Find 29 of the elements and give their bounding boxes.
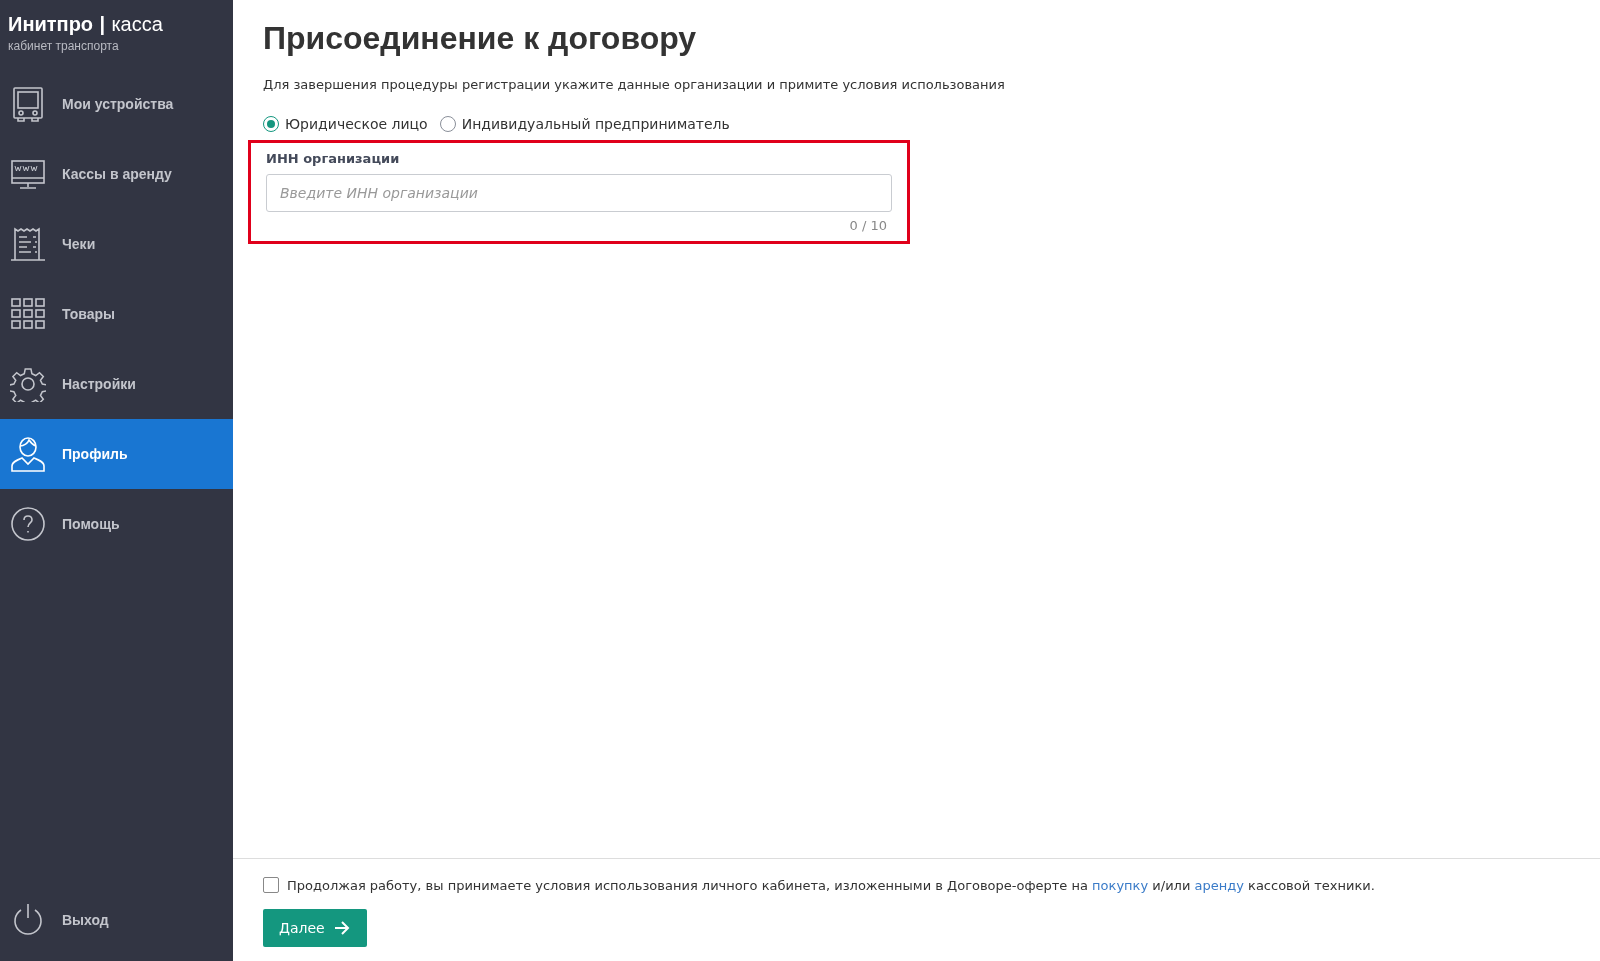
nav-item[interactable]: Чеки: [0, 209, 233, 279]
nav-item[interactable]: Помощь: [0, 489, 233, 559]
field-label: ИНН организации: [266, 151, 401, 166]
person-icon: [10, 436, 46, 472]
brand-subtitle: кабинет транспорта: [7, 38, 120, 53]
page-description: Для завершения процедуры регистрации укажите данные организации и примите условия использования: [263, 77, 1006, 92]
nav-item[interactable]: Товары: [0, 279, 233, 349]
terms-link[interactable]: покупку: [1092, 877, 1149, 893]
terms-text: Продолжая работу, вы принимаете условия использования личного кабинета, изложенными в Договоре-оферте на покупку и/или аренду кассовой техники.: [287, 877, 1375, 893]
nav-item[interactable]: Настройки: [0, 349, 233, 419]
settings-icon: [10, 366, 46, 402]
agree-checkbox[interactable]: [263, 877, 279, 893]
logout-item[interactable]: Выход: [0, 885, 233, 955]
radio-option[interactable]: Индивидуальный предприниматель: [439, 116, 730, 132]
radio-option[interactable]: Юридическое лицо: [263, 116, 428, 132]
nav-item[interactable]: Мои устройства: [0, 69, 233, 139]
grid-icon: [10, 296, 46, 332]
nav-item[interactable]: Кассы в аренду: [0, 139, 233, 209]
terminal-icon: [10, 86, 46, 122]
character-counter: 0 / 10: [848, 218, 888, 233]
arrow-right-icon: [332, 919, 351, 937]
help-icon: [10, 506, 46, 542]
terms-link[interactable]: аренду: [1194, 877, 1244, 893]
receipt-icon: [10, 226, 46, 262]
brand-logo: Инитпро | касса: [7, 12, 164, 36]
inn-input-field[interactable]: Введите ИНН организации: [266, 174, 892, 212]
next-button[interactable]: Далее: [263, 909, 367, 947]
page-title: Присоединение к договору: [263, 20, 698, 57]
nav-item[interactable]: Профиль: [0, 419, 233, 489]
